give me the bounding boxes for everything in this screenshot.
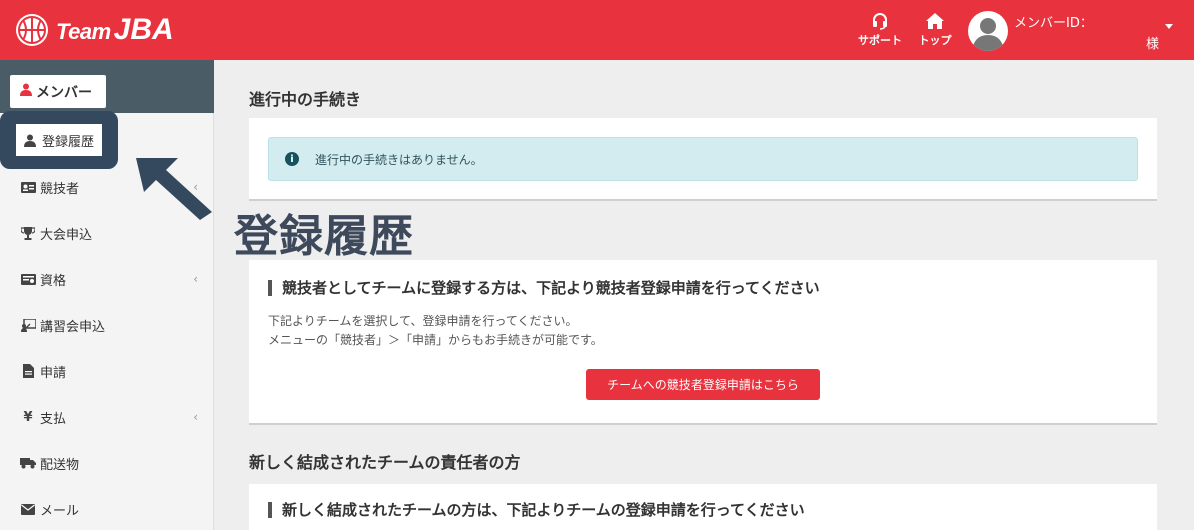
truck-icon: [20, 457, 36, 469]
lecture-icon: [20, 318, 36, 332]
sidebar-item-label: 講習会申込: [40, 319, 106, 335]
envelope-icon: [20, 503, 36, 515]
id-card-icon: [20, 181, 36, 193]
sidebar-top-bar: メンバー: [0, 60, 214, 113]
sidebar-item-label: 配送物: [40, 457, 80, 473]
sidebar-item-registration-history[interactable]: 登録履歴: [16, 124, 102, 156]
support-link[interactable]: サポート: [857, 10, 903, 48]
file-icon: [20, 364, 36, 378]
annotation-label: 登録履歴: [234, 211, 414, 262]
section-title-in-progress: 進行中の手続き: [249, 90, 362, 109]
athlete-registration-text-2: メニューの「競技者」＞「申請」からもお手続きが可能です。: [268, 333, 603, 347]
athlete-registration-text-1: 下記よりチームを選択して、登録申請を行ってください。: [268, 314, 578, 328]
sidebar-item-label: 支払: [40, 411, 67, 427]
user-icon: [22, 134, 38, 147]
sidebar-item-label: 競技者: [40, 181, 80, 197]
annotation-arrow-icon: [128, 150, 218, 224]
member-id-label: メンバーID：: [1014, 16, 1093, 31]
sidebar-item-delivery[interactable]: 配送物: [0, 440, 214, 486]
no-procedures-alert: i 進行中の手続きはありません。: [268, 137, 1138, 181]
athlete-registration-heading: 競技者としてチームに登録する方は、下記より競技者登録申請を行ってください: [268, 280, 820, 296]
sidebar-item-application[interactable]: 申請: [0, 348, 214, 394]
sidebar-item-mail[interactable]: メール: [0, 486, 214, 530]
athlete-registration-button[interactable]: チームへの競技者登録申請はこちら: [586, 369, 820, 400]
certificate-icon: [20, 273, 36, 285]
support-label: サポート: [858, 34, 902, 47]
section-title-new-team: 新しく結成されたチームの責任者の方: [249, 453, 521, 472]
home-icon: [916, 10, 954, 32]
logo-team: Team: [56, 19, 111, 44]
divider: [249, 423, 1157, 425]
top-header: Team JBA サポート トップ メンバーID： 様: [0, 0, 1194, 60]
avatar[interactable]: [968, 11, 1008, 51]
sidebar-item-qualification[interactable]: 資格 ‹: [0, 256, 214, 302]
sidebar-item-label: 資格: [40, 273, 67, 289]
user-menu-caret-icon[interactable]: [1165, 24, 1173, 29]
chevron-left-icon: ‹: [193, 410, 198, 424]
tab-member[interactable]: メンバー: [10, 75, 106, 108]
logo-text: Team JBA: [56, 13, 174, 47]
alert-text: 進行中の手続きはありません。: [315, 152, 483, 167]
team-jba-logo[interactable]: Team JBA: [16, 10, 174, 50]
chevron-left-icon: ‹: [193, 272, 198, 286]
top-link[interactable]: トップ: [916, 10, 954, 48]
trophy-icon: [20, 226, 36, 240]
sidebar-item-lecture[interactable]: 講習会申込: [0, 302, 214, 348]
sidebar-item-payment[interactable]: ¥ 支払 ‹: [0, 394, 214, 440]
info-circle-icon: i: [285, 152, 299, 166]
basketball-icon: [16, 14, 48, 46]
sidebar-item-label: メール: [40, 503, 80, 519]
yen-icon: ¥: [23, 409, 33, 425]
sidebar-item-label: 登録履歴: [42, 134, 95, 150]
new-team-heading: 新しく結成されたチームの方は、下記よりチームの登録申請を行ってください: [268, 502, 805, 518]
sidebar-item-label: 申請: [40, 365, 67, 381]
headset-icon: [857, 10, 903, 32]
sidebar-item-label: 大会申込: [40, 227, 93, 243]
user-icon: [20, 83, 32, 100]
logo-jba: JBA: [113, 13, 174, 46]
honorific-label: 様: [1146, 37, 1160, 52]
top-label: トップ: [918, 34, 952, 47]
tab-member-label: メンバー: [36, 84, 92, 101]
